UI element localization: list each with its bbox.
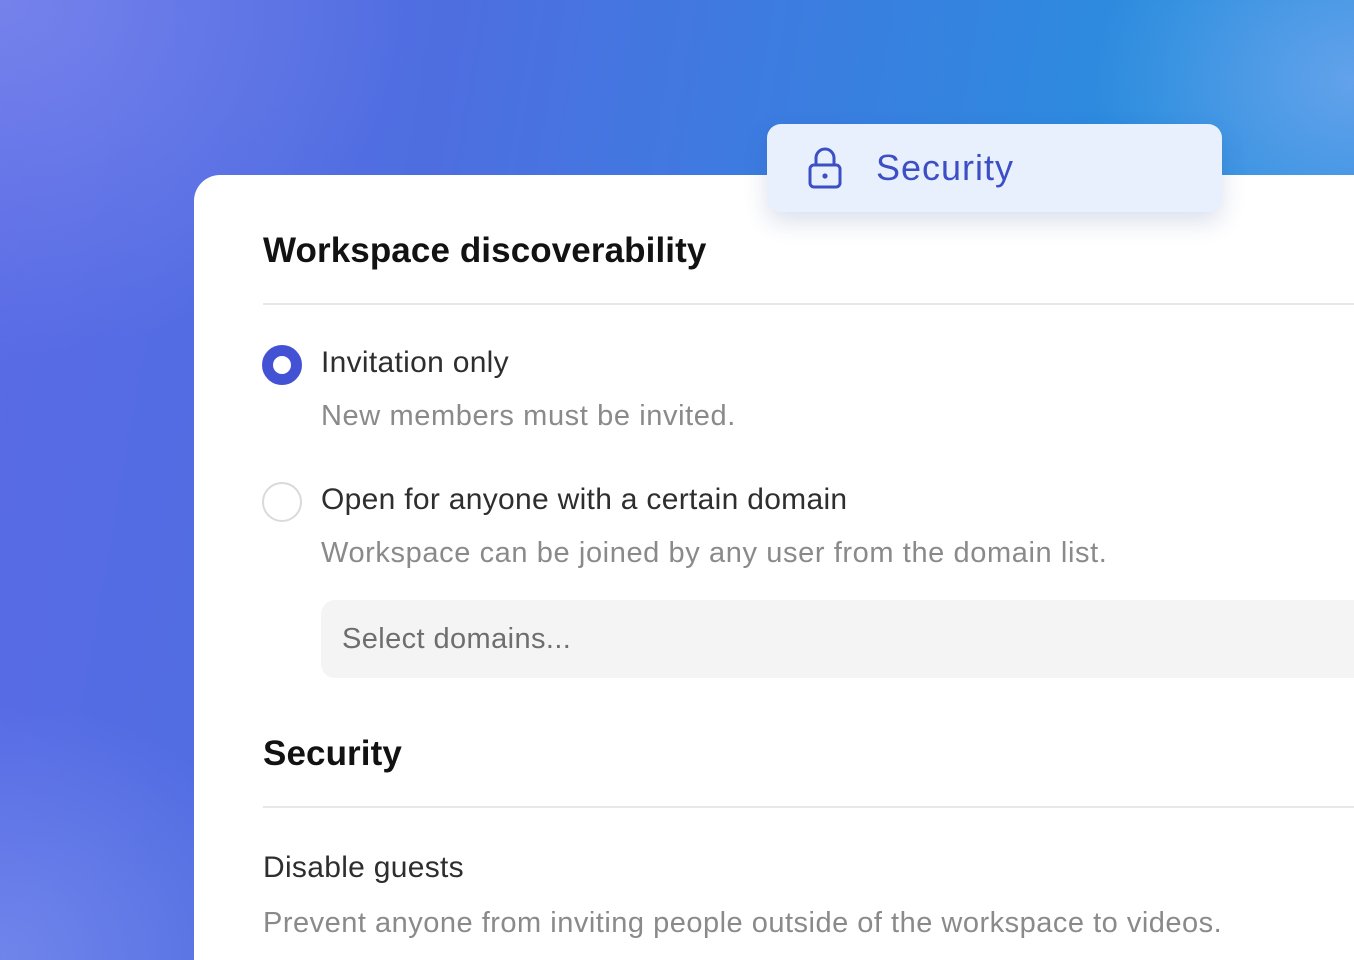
settings-panel: Workspace discoverability Invitation onl… xyxy=(194,175,1354,960)
section-divider xyxy=(263,806,1354,808)
lock-icon xyxy=(807,146,843,190)
invitation-only-description: New members must be invited. xyxy=(321,400,736,432)
select-domains-input[interactable]: Select domains... xyxy=(321,600,1354,678)
open-domain-radio[interactable] xyxy=(262,482,302,522)
open-domain-label[interactable]: Open for anyone with a certain domain xyxy=(321,483,847,517)
security-tab-label: Security xyxy=(876,147,1015,188)
security-tab[interactable]: Security xyxy=(767,124,1222,212)
disable-guests-description: Prevent anyone from inviting people outs… xyxy=(263,907,1223,939)
invitation-only-radio[interactable] xyxy=(262,345,302,385)
open-domain-description: Workspace can be joined by any user from… xyxy=(321,537,1108,569)
workspace-discoverability-heading: Workspace discoverability xyxy=(263,231,707,270)
invitation-only-label[interactable]: Invitation only xyxy=(321,346,509,380)
section-divider xyxy=(263,303,1354,305)
security-heading: Security xyxy=(263,734,402,773)
disable-guests-label[interactable]: Disable guests xyxy=(263,851,464,885)
